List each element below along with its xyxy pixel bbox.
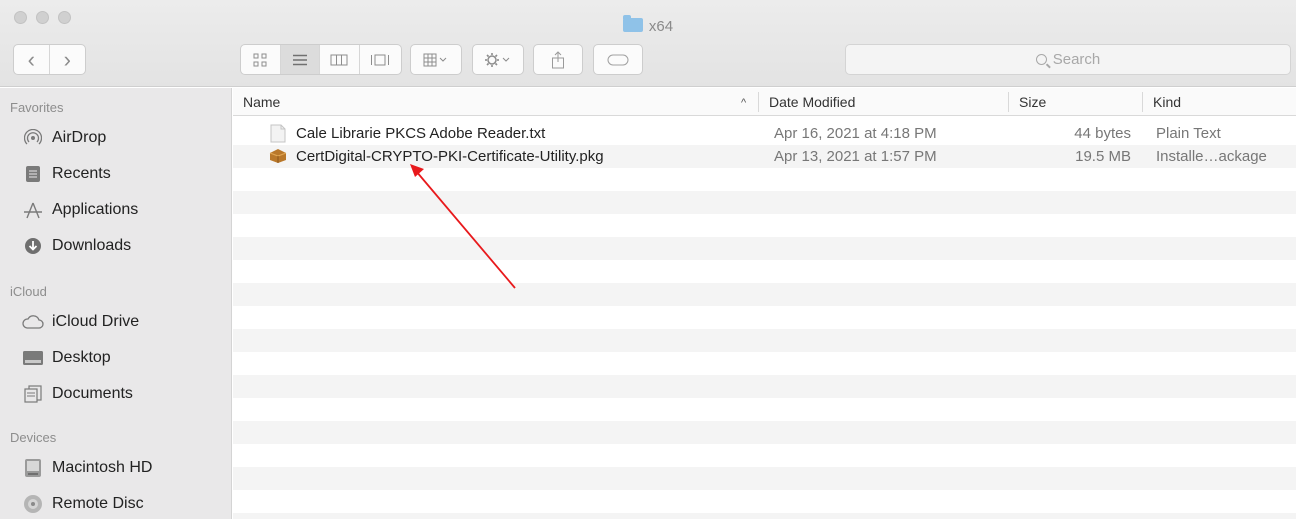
sidebar-item-label: Desktop — [52, 349, 111, 366]
search-field[interactable]: Search — [845, 44, 1291, 75]
airdrop-icon — [22, 128, 44, 148]
empty-row — [233, 283, 1296, 306]
empty-row — [233, 237, 1296, 260]
column-date-label: Date Modified — [769, 94, 856, 110]
gear-icon — [485, 52, 510, 67]
sidebar-item-documents[interactable]: Documents — [22, 383, 133, 405]
group-by-button[interactable] — [410, 44, 462, 75]
column-header: Name ^ Date Modified Size Kind — [233, 88, 1296, 116]
empty-row — [233, 191, 1296, 214]
file-size: 19.5 MB — [1075, 148, 1131, 165]
file-size: 44 bytes — [1074, 125, 1131, 142]
icon-view-icon — [253, 53, 267, 66]
forward-button[interactable]: › — [50, 45, 86, 74]
sidebar-item-applications[interactable]: Applications — [22, 199, 138, 221]
group-grid-icon — [423, 53, 447, 66]
column-view-button[interactable] — [320, 45, 360, 74]
column-kind-label: Kind — [1153, 94, 1182, 110]
empty-row — [233, 352, 1296, 375]
sidebar-item-label: Applications — [52, 201, 139, 218]
empty-row — [233, 513, 1296, 519]
toolbar: x64 ‹ › Search — [0, 0, 1296, 87]
table-row[interactable]: CertDigital-CRYPTO-PKI-Certificate-Utili… — [233, 145, 1296, 168]
sidebar-item-downloads[interactable]: Downloads — [22, 235, 131, 257]
sidebar-item-label: Recents — [52, 165, 111, 182]
file-name: CertDigital-CRYPTO-PKI-Certificate-Utili… — [296, 148, 604, 165]
empty-row — [233, 398, 1296, 421]
column-name-label: Name — [243, 94, 281, 110]
sidebar-section-devices: Devices — [10, 430, 57, 445]
sidebar-item-label: iCloud Drive — [52, 313, 140, 330]
sidebar-item-label: AirDrop — [52, 129, 107, 146]
sidebar-item-recents[interactable]: Recents — [22, 163, 111, 185]
sidebar-item-label: Macintosh HD — [52, 459, 153, 476]
empty-row — [233, 490, 1296, 513]
empty-row — [233, 214, 1296, 237]
empty-row — [233, 168, 1296, 191]
empty-row — [233, 260, 1296, 283]
share-icon — [552, 50, 564, 68]
column-size-label: Size — [1019, 94, 1047, 110]
column-kind-header[interactable]: Kind — [1143, 88, 1296, 116]
sidebar-section-favorites: Favorites — [10, 100, 64, 115]
empty-row — [233, 467, 1296, 490]
gallery-view-icon — [371, 54, 390, 65]
folder-icon — [622, 15, 643, 32]
file-kind: Plain Text — [1156, 125, 1221, 142]
sidebar-item-desktop[interactable]: Desktop — [22, 347, 111, 369]
cloud-icon — [22, 312, 44, 332]
empty-row — [233, 329, 1296, 352]
sidebar-item-macintosh-hd[interactable]: Macintosh HD — [22, 457, 152, 479]
desktop-icon — [22, 348, 44, 368]
navigation-buttons: ‹ › — [13, 44, 86, 75]
window-title: x64 — [0, 15, 1296, 35]
file-list: Cale Librarie PKCS Adobe Reader.txt Apr … — [233, 117, 1296, 519]
view-mode-switcher — [240, 44, 402, 75]
file-kind: Installe…ackage — [1156, 148, 1267, 165]
sort-ascending-icon: ^ — [741, 97, 747, 109]
sidebar-item-airdrop[interactable]: AirDrop — [22, 127, 106, 149]
file-date: Apr 13, 2021 at 1:57 PM — [774, 148, 937, 165]
column-name-header[interactable]: Name — [233, 88, 757, 116]
gallery-view-button[interactable] — [360, 45, 401, 74]
tags-button[interactable] — [593, 44, 643, 75]
tag-icon — [607, 54, 629, 65]
icon-view-button[interactable] — [241, 45, 281, 74]
text-file-icon — [270, 124, 286, 143]
applications-icon — [22, 200, 44, 220]
table-row[interactable]: Cale Librarie PKCS Adobe Reader.txt Apr … — [233, 122, 1296, 145]
hard-drive-icon — [22, 458, 44, 478]
sidebar: Favorites AirDrop Recents Applications D… — [0, 88, 232, 519]
column-date-header[interactable]: Date Modified — [759, 88, 1009, 116]
sidebar-item-remote-disc[interactable]: Remote Disc — [22, 493, 144, 515]
list-view-icon — [292, 54, 307, 65]
file-name: Cale Librarie PKCS Adobe Reader.txt — [296, 125, 546, 142]
share-button[interactable] — [533, 44, 583, 75]
sidebar-item-label: Remote Disc — [52, 495, 144, 512]
search-icon — [1035, 54, 1047, 65]
action-menu-button[interactable] — [472, 44, 524, 75]
column-view-icon — [330, 54, 348, 65]
finder-window: x64 ‹ › Search Favorites AirDrop Recents… — [0, 0, 1296, 519]
back-button[interactable]: ‹ — [14, 45, 50, 74]
empty-row — [233, 421, 1296, 444]
empty-row — [233, 375, 1296, 398]
empty-row — [233, 306, 1296, 329]
search-placeholder: Search — [1052, 51, 1101, 68]
sidebar-item-label: Downloads — [52, 237, 132, 254]
empty-row — [233, 444, 1296, 467]
downloads-icon — [22, 236, 44, 256]
recents-icon — [22, 164, 44, 184]
sidebar-item-icloud-drive[interactable]: iCloud Drive — [22, 311, 139, 333]
column-size-header[interactable]: Size — [1009, 88, 1142, 116]
documents-icon — [22, 384, 44, 404]
package-icon — [269, 149, 287, 163]
sidebar-section-icloud: iCloud — [10, 284, 47, 299]
file-date: Apr 16, 2021 at 4:18 PM — [774, 125, 937, 142]
sidebar-item-label: Documents — [52, 385, 133, 402]
list-view-button[interactable] — [280, 45, 321, 74]
disc-icon — [22, 494, 44, 514]
window-title-text: x64 — [648, 18, 674, 35]
